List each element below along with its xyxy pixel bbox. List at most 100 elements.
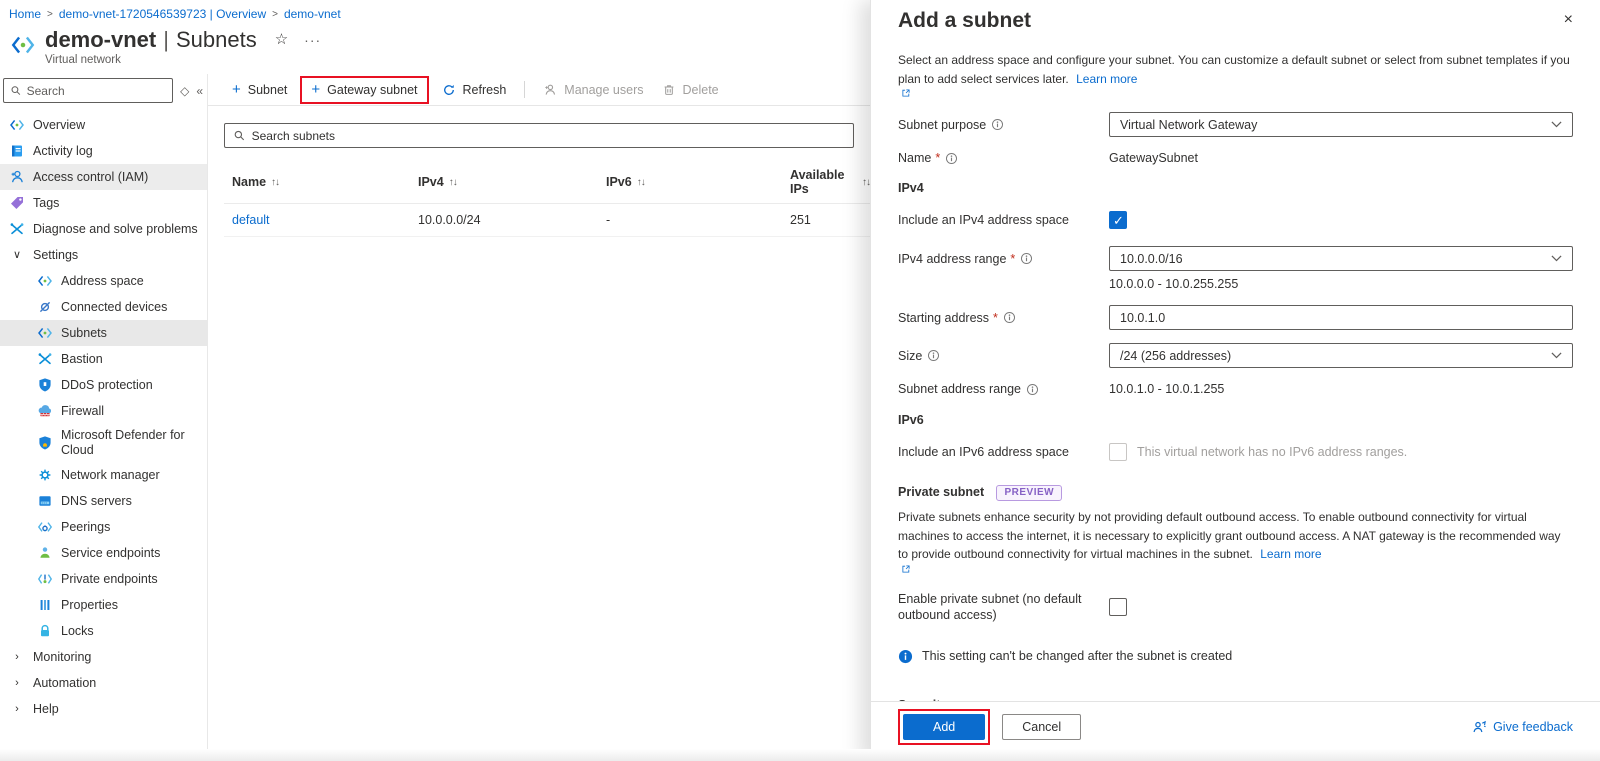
breadcrumb-separator: > xyxy=(47,8,53,20)
sidebar-item-peerings[interactable]: Peerings xyxy=(0,514,207,540)
bottom-scrollbar-strip[interactable] xyxy=(0,749,1600,761)
more-options-icon[interactable]: ··· xyxy=(304,27,321,53)
sidebar-item-activity-log[interactable]: Activity log xyxy=(0,138,207,164)
sidebar-group-monitoring[interactable]: › Monitoring xyxy=(0,644,207,670)
filter-diamond-icon[interactable]: ◇ xyxy=(180,84,189,98)
ipv4-range-label: IPv4 address range xyxy=(898,251,1007,266)
sidebar-item-diagnose[interactable]: Diagnose and solve problems xyxy=(0,216,207,242)
sidebar-item-service-endpoints[interactable]: Service endpoints xyxy=(0,540,207,566)
column-header-name[interactable]: Name ↑↓ xyxy=(232,175,418,189)
sort-icon: ↑↓ xyxy=(862,176,871,188)
sidebar-item-access-control[interactable]: Access control (IAM) xyxy=(0,164,207,190)
sidebar-item-tags[interactable]: Tags xyxy=(0,190,207,216)
sidebar-group-label: Settings xyxy=(33,247,79,262)
cancel-button[interactable]: Cancel xyxy=(1002,714,1082,740)
breadcrumb-home[interactable]: Home xyxy=(9,7,41,21)
sidebar-item-dns-servers[interactable]: DNS servers xyxy=(0,488,207,514)
info-icon[interactable] xyxy=(1003,311,1016,324)
info-icon[interactable] xyxy=(991,118,1004,131)
feedback-icon xyxy=(1472,720,1487,735)
resource-type-label: Virtual network xyxy=(45,54,121,66)
sidebar-item-address-space[interactable]: Address space xyxy=(0,268,207,294)
sidebar-item-label: Activity log xyxy=(33,143,93,158)
search-subnets-box[interactable] xyxy=(224,123,854,148)
sidebar-item-label: Connected devices xyxy=(61,299,168,314)
sidebar-group-automation[interactable]: › Automation xyxy=(0,670,207,696)
breadcrumb-vnet-overview[interactable]: demo-vnet-1720546539723 | Overview xyxy=(59,7,266,21)
add-subnet-button[interactable]: + Subnet xyxy=(223,79,296,101)
subnet-purpose-dropdown[interactable]: Virtual Network Gateway xyxy=(1109,112,1573,138)
sidebar-search[interactable] xyxy=(3,78,174,103)
column-header-ipv4[interactable]: IPv4 ↑↓ xyxy=(418,175,606,189)
add-gateway-subnet-label: Gateway subnet xyxy=(327,82,418,97)
private-endpoints-icon xyxy=(37,571,53,587)
add-subnet-label: Subnet xyxy=(247,82,288,97)
tag-icon xyxy=(9,195,25,211)
favorite-star-icon[interactable]: ☆ xyxy=(275,27,288,53)
sort-icon: ↑↓ xyxy=(271,176,280,188)
sidebar-search-input[interactable] xyxy=(26,83,167,98)
give-feedback-link[interactable]: Give feedback xyxy=(1472,720,1573,735)
subnet-available-ips-value: 251 xyxy=(790,213,811,227)
ipv4-range-dropdown[interactable]: 10.0.0.0/16 xyxy=(1109,246,1573,272)
column-header-ipv6[interactable]: IPv6 ↑↓ xyxy=(606,175,790,189)
subnet-name-link[interactable]: default xyxy=(232,213,418,227)
sidebar-item-label: Firewall xyxy=(61,403,105,418)
sidebar-item-firewall[interactable]: Firewall xyxy=(0,398,207,424)
include-ipv4-checkbox[interactable] xyxy=(1109,211,1127,230)
refresh-button[interactable]: Refresh xyxy=(433,79,516,101)
required-asterisk: * xyxy=(935,151,941,166)
sidebar-item-properties[interactable]: Properties xyxy=(0,592,207,618)
sidebar: ◇ « Overview Activity log Access control… xyxy=(0,74,208,761)
manage-users-button[interactable]: Manage users xyxy=(534,79,652,101)
collapse-menu-icon[interactable]: « xyxy=(196,84,203,98)
sidebar-item-subnets[interactable]: Subnets xyxy=(0,320,207,346)
size-dropdown[interactable]: /24 (256 addresses) xyxy=(1109,343,1573,369)
main-blade: Home > demo-vnet-1720546539723 | Overvie… xyxy=(0,0,871,761)
include-ipv6-checkbox xyxy=(1109,443,1127,462)
sidebar-group-settings[interactable]: ∨ Settings xyxy=(0,242,207,268)
size-label: Size xyxy=(898,348,923,363)
shield-icon xyxy=(37,377,53,393)
panel-title: Add a subnet xyxy=(898,9,1032,32)
info-icon[interactable] xyxy=(927,349,940,362)
annotation-add-button-highlight: Add xyxy=(898,709,991,745)
sidebar-group-label: Monitoring xyxy=(33,649,92,664)
sidebar-item-ddos[interactable]: DDoS protection xyxy=(0,372,207,398)
close-icon[interactable]: × xyxy=(1564,12,1573,28)
info-note-text: This setting can't be changed after the … xyxy=(922,648,1233,663)
sidebar-item-label: DNS servers xyxy=(61,493,132,508)
plus-icon: + xyxy=(311,80,321,98)
security-heading: Security xyxy=(898,698,1573,701)
info-icon[interactable] xyxy=(1020,252,1033,265)
enable-private-subnet-label: Enable private subnet (no default outbou… xyxy=(898,591,1082,622)
ipv6-disabled-note: This virtual network has no IPv6 address… xyxy=(1137,445,1408,460)
starting-address-input[interactable] xyxy=(1120,310,1562,325)
sidebar-item-bastion[interactable]: Bastion xyxy=(0,346,207,372)
starting-address-field[interactable] xyxy=(1109,305,1573,331)
sidebar-item-defender[interactable]: Microsoft Defender for Cloud xyxy=(0,424,207,462)
sidebar-item-connected-devices[interactable]: Connected devices xyxy=(0,294,207,320)
delete-button[interactable]: Delete xyxy=(653,79,728,101)
table-row[interactable]: default 10.0.0.0/24 - 251 xyxy=(224,204,870,237)
sidebar-group-help[interactable]: › Help xyxy=(0,696,207,722)
sort-icon: ↑↓ xyxy=(448,176,458,188)
sidebar-item-overview[interactable]: Overview xyxy=(0,112,207,138)
search-subnets-input[interactable] xyxy=(251,128,845,143)
enable-private-subnet-checkbox[interactable] xyxy=(1109,597,1127,616)
add-subnet-panel: Add a subnet × Select an address space a… xyxy=(870,0,1600,761)
add-button[interactable]: Add xyxy=(903,714,986,740)
sidebar-item-private-endpoints[interactable]: Private endpoints xyxy=(0,566,207,592)
sidebar-group-label: Automation xyxy=(33,675,97,690)
sidebar-nav: Overview Activity log Access control (IA… xyxy=(0,109,207,761)
manage-users-icon xyxy=(543,83,557,97)
info-icon[interactable] xyxy=(945,152,958,165)
sidebar-item-locks[interactable]: Locks xyxy=(0,618,207,644)
add-gateway-subnet-button[interactable]: + Gateway subnet xyxy=(302,79,426,101)
column-header-available-ips[interactable]: Available IPs ↑↓ xyxy=(790,168,871,196)
sidebar-item-label: Overview xyxy=(33,117,86,132)
sidebar-item-network-manager[interactable]: Network manager xyxy=(0,462,207,488)
breadcrumb-demo-vnet[interactable]: demo-vnet xyxy=(284,7,341,21)
info-icon[interactable] xyxy=(1026,383,1039,396)
chevron-down-icon xyxy=(1551,253,1562,264)
